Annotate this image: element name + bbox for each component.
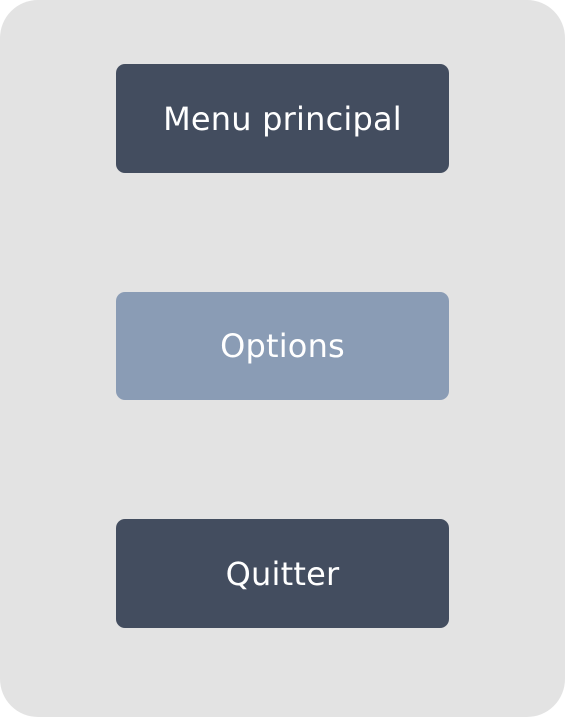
main-menu-button-label: Menu principal — [163, 99, 402, 138]
options-button-label: Options — [220, 327, 345, 365]
quit-button[interactable]: Quitter — [116, 519, 449, 628]
menu-panel: Menu principal Options Quitter — [0, 0, 565, 717]
main-menu-button[interactable]: Menu principal — [116, 64, 449, 173]
options-button[interactable]: Options — [116, 292, 449, 400]
quit-button-label: Quitter — [225, 554, 340, 593]
